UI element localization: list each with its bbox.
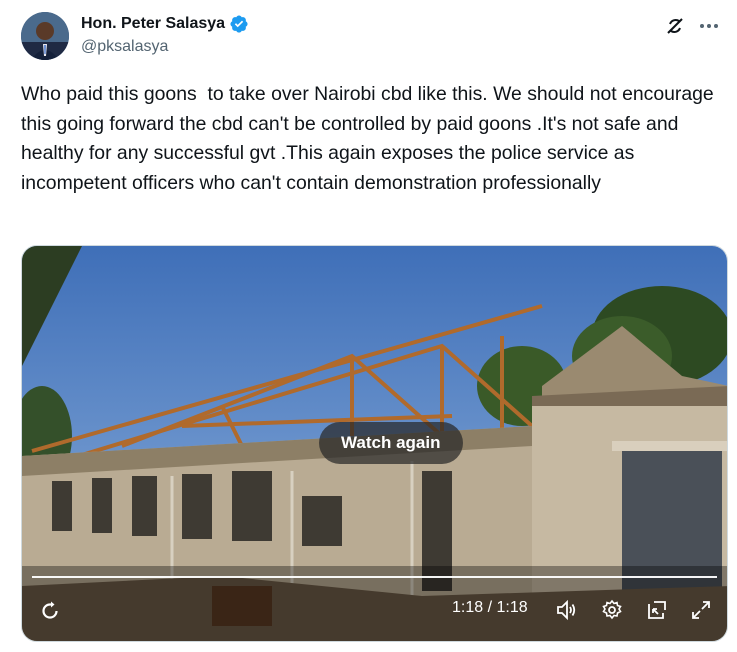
pip-icon[interactable] xyxy=(642,595,672,625)
video-controls: 1:18 / 1:18 xyxy=(22,581,727,641)
volume-icon[interactable] xyxy=(552,595,582,625)
avatar[interactable] xyxy=(21,12,69,60)
video-player[interactable]: Watch again 1:18 / 1:18 xyxy=(21,245,728,642)
progress-bar[interactable] xyxy=(32,576,717,578)
time-display: 1:18 / 1:18 xyxy=(452,599,528,616)
more-icon[interactable] xyxy=(697,14,721,38)
watch-again-button[interactable]: Watch again xyxy=(319,422,463,464)
author-name[interactable]: Hon. Peter Salasya xyxy=(81,15,225,33)
tweet-header: Hon. Peter Salasya @pksalasya xyxy=(21,10,721,64)
fullscreen-icon[interactable] xyxy=(686,595,716,625)
verified-badge-icon xyxy=(229,14,249,34)
tweet-text: Who paid this goons to take over Nairobi… xyxy=(21,83,720,195)
author-handle[interactable]: @pksalasya xyxy=(81,38,168,56)
replay-icon[interactable] xyxy=(34,595,66,627)
grok-icon[interactable] xyxy=(663,14,687,38)
settings-icon[interactable] xyxy=(597,595,627,625)
